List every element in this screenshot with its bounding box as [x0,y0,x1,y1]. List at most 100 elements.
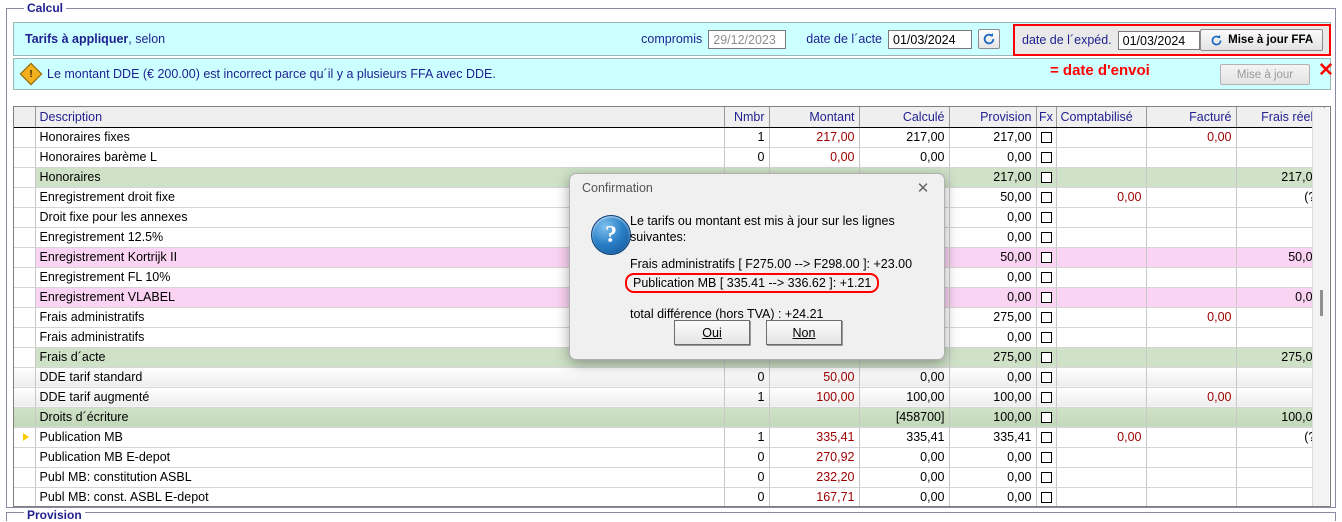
cell-calcule[interactable]: 217,00 [859,127,950,148]
cell-frais-reels[interactable]: 217,00 [1236,167,1325,188]
cell-comptabilise[interactable] [1056,467,1147,488]
cell-comptabilise[interactable]: 0,00 [1056,427,1147,448]
row-selector[interactable] [14,347,36,368]
table-row[interactable]: Honoraires fixes 1 217,00 217,00 217,00 0,00 [14,127,1325,148]
cell-frais-reels[interactable] [1236,147,1325,168]
cell-facture[interactable] [1146,147,1237,168]
cell-nmbr[interactable]: 0 [724,447,770,468]
header-fx[interactable]: Fx [1036,107,1057,128]
cell-facture[interactable] [1146,207,1237,228]
cell-description[interactable]: DDE tarif augmenté [35,387,725,408]
cell-fx[interactable] [1036,247,1057,268]
cell-comptabilise[interactable] [1056,167,1147,188]
cell-montant[interactable]: 0,00 [769,147,860,168]
row-selector[interactable] [14,427,36,448]
cell-fx[interactable] [1036,287,1057,308]
cell-frais-reels[interactable] [1236,387,1325,408]
cell-montant[interactable]: 217,00 [769,127,860,148]
cell-fx[interactable] [1036,407,1057,428]
cell-nmbr[interactable]: 1 [724,127,770,148]
header-calcule[interactable]: Calculé [859,107,950,128]
cell-comptabilise[interactable] [1056,387,1147,408]
oui-button[interactable]: Oui [674,320,750,345]
row-selector[interactable] [14,147,36,168]
checkbox-unchecked-icon[interactable] [1040,452,1052,464]
checkbox-unchecked-icon[interactable] [1040,432,1052,444]
cell-montant[interactable]: 232,20 [769,467,860,488]
checkbox-unchecked-icon[interactable] [1040,252,1052,264]
non-button[interactable]: Non [766,320,842,345]
header-provision[interactable]: Provision [949,107,1037,128]
checkbox-unchecked-icon[interactable] [1040,412,1052,424]
cell-comptabilise[interactable] [1056,147,1147,168]
cell-facture[interactable] [1146,287,1237,308]
cell-calcule[interactable]: 100,00 [859,387,950,408]
cell-fx[interactable] [1036,227,1057,248]
cell-calcule[interactable]: 0,00 [859,367,950,388]
cell-facture[interactable] [1146,447,1237,468]
cell-provision[interactable]: 0,00 [949,447,1037,468]
mise-a-jour-button[interactable]: Mise à jour [1220,64,1310,85]
cell-fx[interactable] [1036,187,1057,208]
header-nmbr[interactable]: Nmbr [724,107,770,128]
cell-frais-reels[interactable] [1236,367,1325,388]
cell-provision[interactable]: 50,00 [949,187,1037,208]
row-selector[interactable] [14,447,36,468]
row-selector[interactable] [14,467,36,488]
cell-description[interactable]: Honoraires fixes [35,127,725,148]
cell-fx[interactable] [1036,467,1057,488]
cell-montant[interactable]: 50,00 [769,367,860,388]
cell-facture[interactable] [1146,367,1237,388]
cell-facture[interactable] [1146,227,1237,248]
vertical-scrollbar[interactable] [1312,108,1329,506]
checkbox-unchecked-icon[interactable] [1040,272,1052,284]
cell-provision[interactable]: 217,00 [949,127,1037,148]
checkbox-unchecked-icon[interactable] [1040,172,1052,184]
cell-provision[interactable]: 0,00 [949,147,1037,168]
cell-facture[interactable] [1146,167,1237,188]
cell-fx[interactable] [1036,167,1057,188]
cell-montant[interactable]: 270,92 [769,447,860,468]
cell-frais-reels[interactable] [1236,267,1325,288]
cell-provision[interactable]: 0,00 [949,367,1037,388]
cell-facture[interactable] [1146,187,1237,208]
cell-fx[interactable] [1036,367,1057,388]
table-row[interactable]: Publication MB E-depot 0 270,92 0,00 0,00 [14,447,1325,468]
header-frais-reels[interactable]: Frais réels [1236,107,1325,128]
checkbox-unchecked-icon[interactable] [1040,312,1052,324]
cell-fx[interactable] [1036,127,1057,148]
cell-description[interactable]: Honoraires barème L [35,147,725,168]
cell-comptabilise[interactable] [1056,367,1147,388]
cell-fx[interactable] [1036,327,1057,348]
cell-provision[interactable]: 50,00 [949,247,1037,268]
cell-calcule[interactable]: 335,41 [859,427,950,448]
cell-comptabilise[interactable] [1056,247,1147,268]
checkbox-unchecked-icon[interactable] [1040,352,1052,364]
cell-frais-reels[interactable] [1236,467,1325,488]
cell-facture[interactable] [1146,467,1237,488]
cell-provision[interactable]: 335,41 [949,427,1037,448]
cell-fx[interactable] [1036,447,1057,468]
checkbox-unchecked-icon[interactable] [1040,492,1052,504]
row-selector[interactable] [14,307,36,328]
cell-comptabilise[interactable] [1056,127,1147,148]
compromis-input[interactable]: 29/12/2023 [708,29,787,49]
cell-comptabilise[interactable] [1056,307,1147,328]
cell-description[interactable]: Publication MB [35,427,725,448]
cell-provision[interactable]: 0,00 [949,487,1037,506]
cell-fx[interactable] [1036,347,1057,368]
cell-provision[interactable]: 100,00 [949,387,1037,408]
row-selector[interactable] [14,207,36,228]
cell-frais-reels[interactable] [1236,327,1325,348]
row-selector[interactable] [14,327,36,348]
row-selector[interactable] [14,407,36,428]
cell-fx[interactable] [1036,147,1057,168]
cell-nmbr[interactable]: 0 [724,367,770,388]
cell-nmbr[interactable]: 1 [724,387,770,408]
cell-description[interactable]: DDE tarif standard [35,367,725,388]
cell-calcule[interactable]: 0,00 [859,467,950,488]
refresh-acte-button[interactable] [978,29,1000,49]
cell-facture[interactable] [1146,407,1237,428]
date-acte-input[interactable]: 01/03/2024 [888,29,972,49]
cell-comptabilise[interactable] [1056,327,1147,348]
